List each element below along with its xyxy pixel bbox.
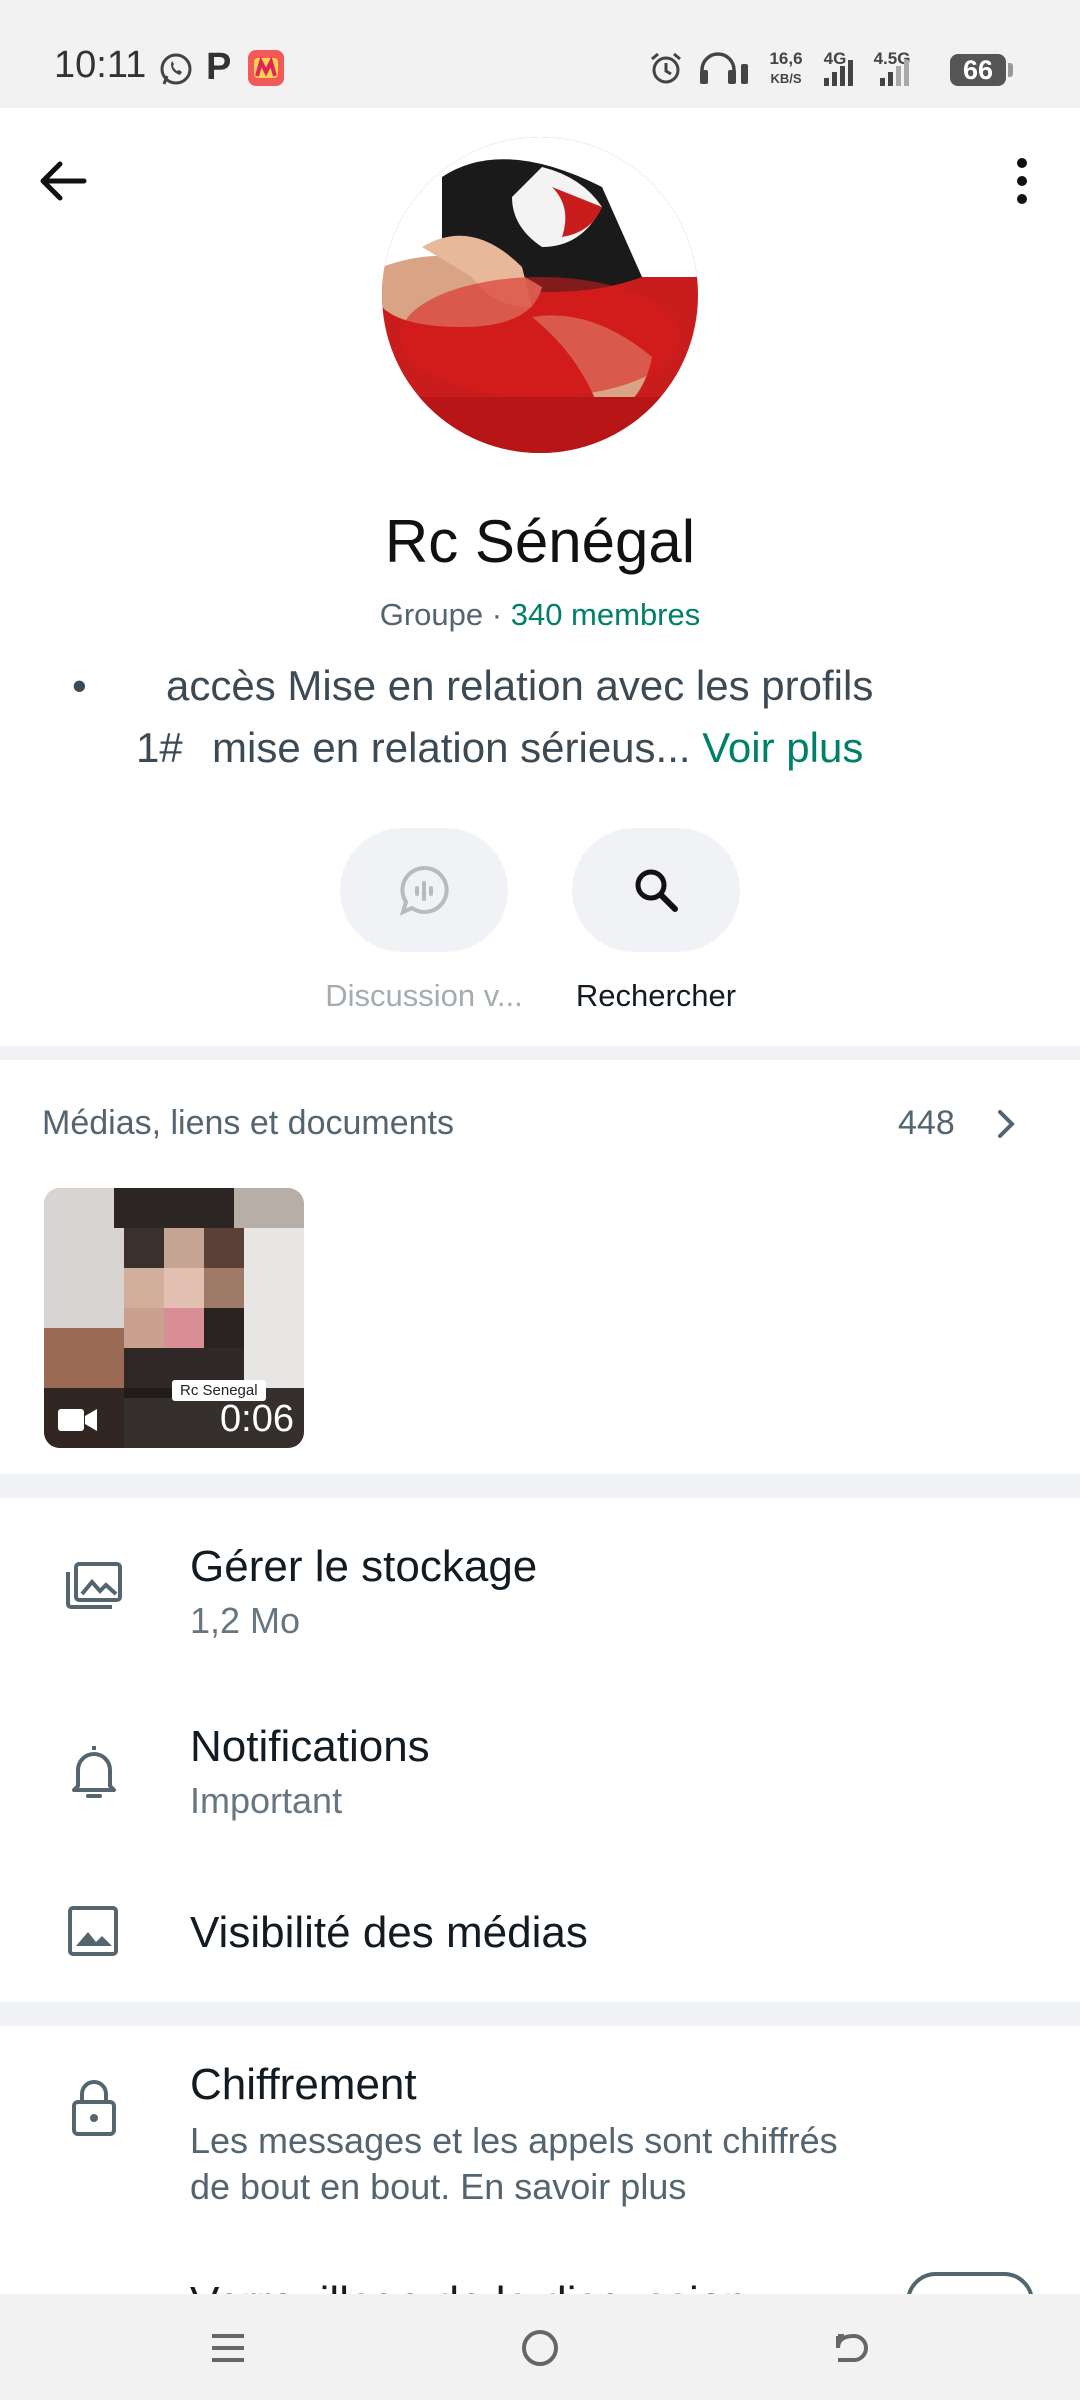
voice-chat-icon [399, 865, 449, 916]
media-visibility-title: Visibilité des médias [190, 1908, 588, 1957]
search-label: Rechercher [575, 978, 737, 1013]
video-duration: 0:06 [220, 1398, 294, 1440]
battery-indicator: 66 [950, 54, 1006, 86]
chat-lock-row[interactable]: Verrouillage de la discussion [0, 2270, 1080, 2294]
members-count[interactable]: 340 membres [511, 597, 701, 632]
more-options-icon[interactable] [1002, 154, 1042, 208]
net-speed-value: 16,6 [769, 49, 803, 68]
app-notification-icon [248, 50, 284, 86]
parking-icon: P [206, 46, 232, 88]
description-line-1: accès Mise en relation avec les profils [166, 662, 874, 709]
search-button[interactable] [572, 828, 740, 952]
video-camera-icon [58, 1409, 97, 1431]
recent-apps-icon[interactable] [208, 2328, 248, 2368]
storage-icon [66, 1562, 122, 1609]
headphones-icon [700, 52, 748, 84]
description-bullet: • [72, 662, 87, 709]
chevron-right-icon[interactable] [992, 1104, 1020, 1144]
meta-separator: · [491, 597, 503, 632]
group-name: Rc Sénégal [384, 508, 696, 575]
battery-tip [1008, 63, 1013, 77]
description-text: mise en relation sérieus... [212, 724, 691, 771]
search-icon [635, 869, 678, 912]
encryption-line-2: de bout en bout. En savoir plus [190, 2166, 687, 2207]
chat-lock-toggle[interactable] [906, 2272, 1034, 2294]
notifications-title: Notifications [190, 1722, 430, 1771]
group-avatar[interactable] [382, 137, 698, 453]
system-nav-bar [0, 2294, 1080, 2400]
back-arrow-icon[interactable] [36, 154, 90, 208]
encryption-row[interactable]: Chiffrement Les messages et les appels s… [0, 2030, 1080, 2230]
voice-chat-label: Discussion v... [325, 978, 523, 1013]
see-more-link[interactable]: Voir plus [702, 724, 863, 771]
net-speed-unit: KB/S [770, 71, 802, 86]
whatsapp-notification-icon [160, 53, 192, 85]
notifications-row[interactable]: Notifications Important [0, 1680, 1080, 1856]
status-bar: 10:11 P 16,6 KB/S 4G 4.5G 66 [0, 0, 1080, 108]
storage-row[interactable]: Gérer le stockage 1,2 Mo [0, 1500, 1080, 1676]
section-divider [0, 1046, 1080, 1060]
lock-icon [72, 2080, 116, 2136]
media-visibility-row[interactable]: Visibilité des médias [0, 1862, 1080, 2002]
media-count[interactable]: 448 [898, 1104, 955, 1143]
signal-icon [824, 60, 853, 86]
bell-icon [72, 1746, 116, 1798]
back-icon[interactable] [828, 2326, 872, 2370]
description-prefix: 1# [136, 724, 183, 771]
media-section-title[interactable]: Médias, liens et documents [42, 1104, 454, 1143]
storage-subtitle: 1,2 Mo [190, 1600, 301, 1641]
storage-title: Gérer le stockage [190, 1542, 538, 1591]
description-line-2: mise en relation sérieus... Voir plus [212, 724, 863, 772]
encryption-title: Chiffrement [190, 2060, 417, 2109]
chat-lock-title: Verrouillage de la discussion [190, 2278, 748, 2294]
voice-chat-button[interactable] [340, 828, 508, 952]
encryption-line-1: Les messages et les appels sont chiffrés [190, 2120, 838, 2161]
signal-weak-icon [880, 60, 909, 86]
alarm-icon [651, 52, 681, 84]
group-type: Groupe [379, 597, 484, 632]
status-time: 10:11 [54, 44, 147, 86]
section-divider-3 [0, 2002, 1080, 2026]
section-divider-2 [0, 1474, 1080, 1498]
image-icon [68, 1906, 118, 1956]
notifications-subtitle: Important [190, 1780, 343, 1821]
group-meta: Groupe · 340 membres [0, 597, 1080, 633]
home-icon[interactable] [518, 2326, 562, 2370]
media-thumbnail[interactable]: Rc Senegal 0:06 [44, 1188, 304, 1448]
